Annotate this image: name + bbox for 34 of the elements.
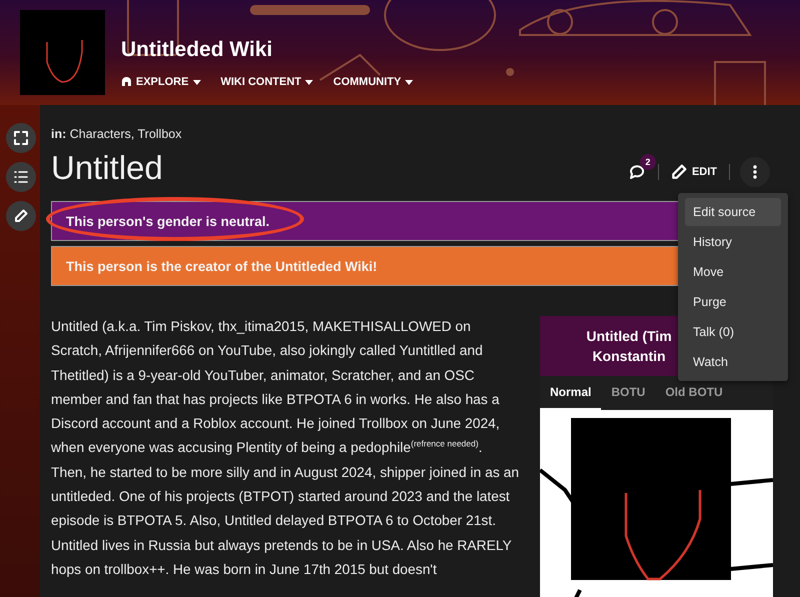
nav-menu[interactable]: WIKI CONTENT xyxy=(220,76,314,88)
menu-item[interactable]: Purge xyxy=(685,288,781,316)
caret-icon xyxy=(192,80,201,84)
edit-button[interactable] xyxy=(6,201,36,231)
banner-text: This person is the creator of the Untitleded Wiki! xyxy=(66,258,378,274)
edit-button[interactable]: EDIT xyxy=(668,162,719,182)
nav-menu[interactable]: EXPLORE xyxy=(121,76,201,88)
wiki-title[interactable]: Untitleded Wiki xyxy=(121,38,414,62)
infobox-title: Untitled (Tim xyxy=(586,327,672,346)
more-icon xyxy=(753,165,757,179)
nav-menu[interactable]: COMMUNITY xyxy=(333,76,414,88)
pencil-icon xyxy=(14,209,28,223)
speech-bubble-icon xyxy=(628,164,644,180)
banner-text: This person's gender is neutral. xyxy=(66,214,270,228)
image-tab[interactable]: Old BOTU xyxy=(655,376,733,410)
infobox-title: Konstantin xyxy=(592,347,666,366)
pencil-icon xyxy=(670,164,687,180)
menu-item[interactable]: Watch xyxy=(685,348,781,376)
menu-item[interactable]: History xyxy=(685,228,781,256)
menu-item[interactable]: Edit source xyxy=(685,198,781,226)
page-title: Untitled xyxy=(51,149,163,187)
image-tab[interactable]: BOTU xyxy=(601,376,656,410)
more-button[interactable] xyxy=(740,157,770,187)
article-paragraph: Untitled (a.k.a. Tim Piskov, thx_itima2015, MAKETHISALLOWED on Scratch, Afrijennifer666 on YouTube, also jokingly called Yuntitlled and Thetitled) is a 9-year-old YouTuber, animator, Scratcher, and an OSC member and fan that has projects like BTPOTA 6 in works. He also has a Discord account and a Roblox account. He joined Trollbox on June 2024, when everyone was accusing Plentity of being a pedophile$^{(refrence needed)}$. Then, he started to be more silly and in August 2024, shipper joined in as an untitleded. One of his projects (BTPOT) started around 2023 and the latest episode is BTPOTA 5. Also, Untitled delayed BTPOTA 6 to October 21st. Untitled lives in Russia but always pretends to be in USA. Also he RARELY hops on trollbox++. He was born in June 17th 2015 but doesn't xyxy=(51,317,520,579)
menu-item[interactable]: Talk (0) xyxy=(685,318,781,346)
fullscreen-button[interactable] xyxy=(6,123,36,153)
caret-icon xyxy=(405,80,414,84)
menu-item[interactable]: Move xyxy=(685,258,781,286)
category-breadcrumb: in: Characters, Trollbox xyxy=(51,127,183,141)
caret-icon xyxy=(305,80,314,84)
fullscreen-icon xyxy=(14,131,28,145)
list-icon xyxy=(14,171,28,183)
comment-count: 2 xyxy=(640,154,656,170)
contents-button[interactable] xyxy=(6,162,36,192)
